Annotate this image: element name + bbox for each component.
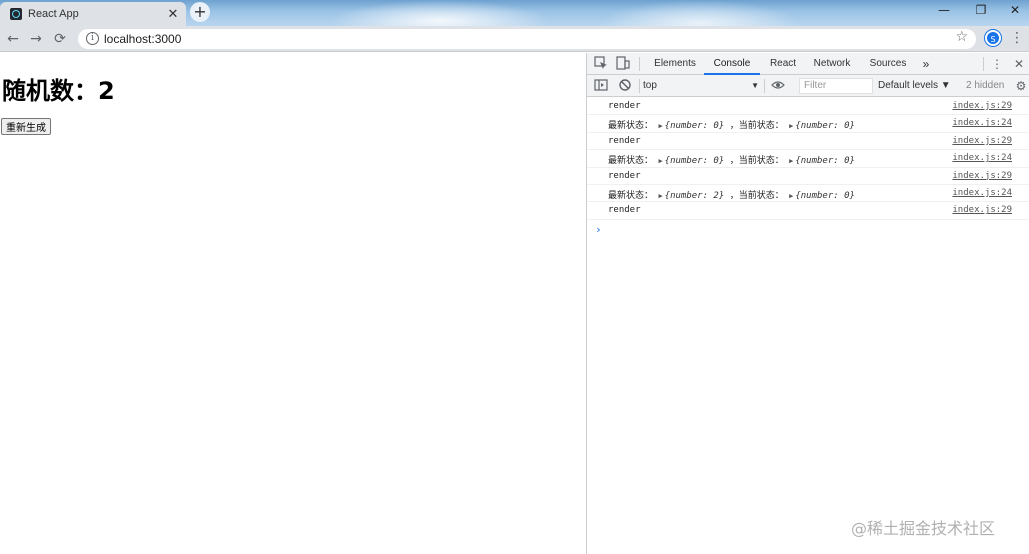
console-row: render index.js:29 (587, 98, 1029, 116)
watermark: @稀土掘金技术社区 (851, 519, 996, 538)
context-value: top (643, 80, 657, 91)
new-tab-button[interactable]: + (190, 2, 210, 22)
toolbar-divider (639, 79, 640, 93)
log-separator: ，当前状态： (729, 121, 784, 132)
source-link[interactable]: index.js:29 (952, 136, 1012, 146)
expand-triangle-icon[interactable]: ▶ (658, 157, 662, 165)
more-tabs-icon[interactable]: » (917, 53, 935, 75)
source-link[interactable]: index.js:24 (952, 153, 1012, 163)
log-message: render (608, 170, 641, 181)
expand-triangle-icon[interactable]: ▶ (658, 122, 662, 130)
forward-icon[interactable]: → (26, 30, 46, 48)
live-expression-eye-icon[interactable] (770, 78, 786, 94)
state-object[interactable]: {number: 0} (665, 121, 725, 131)
device-toolbar-icon[interactable] (615, 56, 631, 72)
devtools-menu-icon[interactable]: ⋮ (989, 56, 1005, 72)
toolbar-divider (639, 57, 640, 71)
console-prompt[interactable]: › (595, 223, 602, 236)
console-row: render index.js:29 (587, 202, 1029, 220)
devtools-tabbar: Elements Console React Network Sources »… (587, 53, 1029, 75)
toolbar-divider (983, 57, 984, 71)
log-message: 最新状态： ▶ {number: 0} ，当前状态： ▶ {number: 0} (608, 153, 855, 166)
inspect-element-icon[interactable] (593, 56, 609, 72)
log-label: 最新状态： (608, 121, 654, 132)
console-row: render index.js:29 (587, 168, 1029, 185)
source-link[interactable]: index.js:29 (952, 171, 1012, 181)
log-separator: ，当前状态： (729, 156, 784, 167)
log-levels-dropdown[interactable]: Default levels ▼ (878, 78, 951, 94)
tab-sources[interactable]: Sources (862, 53, 914, 75)
regenerate-button[interactable]: 重新生成 (1, 118, 51, 135)
console-settings-gear-icon[interactable]: ⚙ (1013, 78, 1029, 94)
clear-console-icon[interactable] (617, 78, 633, 94)
minimize-button[interactable]: — (927, 0, 961, 22)
page-viewport: 随机数：2 重新生成 (0, 53, 586, 554)
tab-elements[interactable]: Elements (647, 53, 703, 75)
profile-avatar[interactable]: S (985, 30, 1001, 46)
tab-network[interactable]: Network (805, 53, 859, 75)
reload-icon[interactable]: ⟳ (50, 30, 70, 48)
source-link[interactable]: index.js:24 (952, 188, 1012, 198)
chevron-down-icon: ▼ (751, 81, 759, 90)
source-link[interactable]: index.js:29 (952, 205, 1012, 215)
hidden-count: 2 hidden (966, 80, 1005, 91)
log-label: 最新状态： (608, 190, 654, 201)
state-object[interactable]: {number: 0} (665, 156, 725, 166)
state-object[interactable]: {number: 0} (795, 156, 855, 166)
background-cloud (330, 0, 550, 26)
console-filter-input[interactable]: Filter (799, 78, 873, 94)
devtools-close-icon[interactable]: ✕ (1011, 56, 1027, 72)
tab-console[interactable]: Console (704, 53, 760, 75)
browser-tab[interactable]: React App ✕ (0, 2, 186, 26)
browser-toolbar: ← → ⟳ i localhost:3000 ☆ (0, 26, 1029, 52)
window-close-button[interactable]: ✕ (998, 0, 1029, 22)
log-message: 最新状态： ▶ {number: 2} ，当前状态： ▶ {number: 0} (608, 188, 855, 201)
console-log: render index.js:29 最新状态： ▶ {number: 0} ，当… (587, 98, 1029, 220)
state-object[interactable]: {number: 0} (795, 121, 855, 131)
expand-triangle-icon[interactable]: ▶ (789, 157, 793, 165)
tab-react[interactable]: React (762, 53, 804, 75)
console-row: render index.js:29 (587, 133, 1029, 151)
log-message: 最新状态： ▶ {number: 0} ，当前状态： ▶ {number: 0} (608, 118, 855, 131)
react-favicon-icon (10, 8, 22, 20)
log-label: 最新状态： (608, 156, 654, 167)
context-selector[interactable]: top ▼ (643, 78, 761, 94)
log-message: render (608, 101, 641, 111)
tab-title: React App (28, 8, 79, 20)
tab-strip: React App ✕ + — ❐ ✕ (0, 0, 1029, 26)
state-object[interactable]: {number: 0} (795, 191, 855, 201)
info-icon[interactable]: i (86, 32, 99, 45)
source-link[interactable]: index.js:24 (952, 118, 1012, 128)
url-text[interactable]: localhost:3000 (104, 32, 181, 46)
console-row: 最新状态： ▶ {number: 0} ，当前状态： ▶ {number: 0} i… (587, 115, 1029, 133)
toolbar-divider (764, 79, 765, 93)
address-bar[interactable]: i localhost:3000 ☆ (78, 29, 976, 49)
state-object[interactable]: {number: 2} (665, 191, 725, 201)
log-message: render (608, 135, 641, 146)
tab-close-icon[interactable]: ✕ (164, 7, 182, 22)
show-sidebar-icon[interactable] (593, 78, 609, 94)
console-toolbar: top ▼ Filter Default levels ▼ 2 hidden ⚙ (587, 75, 1029, 97)
expand-triangle-icon[interactable]: ▶ (789, 122, 793, 130)
console-row: 最新状态： ▶ {number: 2} ，当前状态： ▶ {number: 0} i… (587, 185, 1029, 203)
back-icon[interactable]: ← (3, 30, 23, 48)
log-message: render (608, 205, 641, 216)
expand-triangle-icon[interactable]: ▶ (789, 192, 793, 200)
random-number-heading: 随机数：2 (2, 77, 115, 105)
console-row: 最新状态： ▶ {number: 0} ，当前状态： ▶ {number: 0} i… (587, 150, 1029, 168)
devtools-panel: Elements Console React Network Sources »… (586, 53, 1029, 554)
restore-button[interactable]: ❐ (964, 0, 998, 22)
background-cloud (600, 0, 800, 26)
source-link[interactable]: index.js:29 (952, 101, 1012, 111)
browser-menu-icon[interactable]: ⋮ (1010, 30, 1024, 46)
expand-triangle-icon[interactable]: ▶ (658, 192, 662, 200)
bookmark-star-icon[interactable]: ☆ (955, 29, 968, 45)
log-separator: ，当前状态： (729, 190, 784, 201)
